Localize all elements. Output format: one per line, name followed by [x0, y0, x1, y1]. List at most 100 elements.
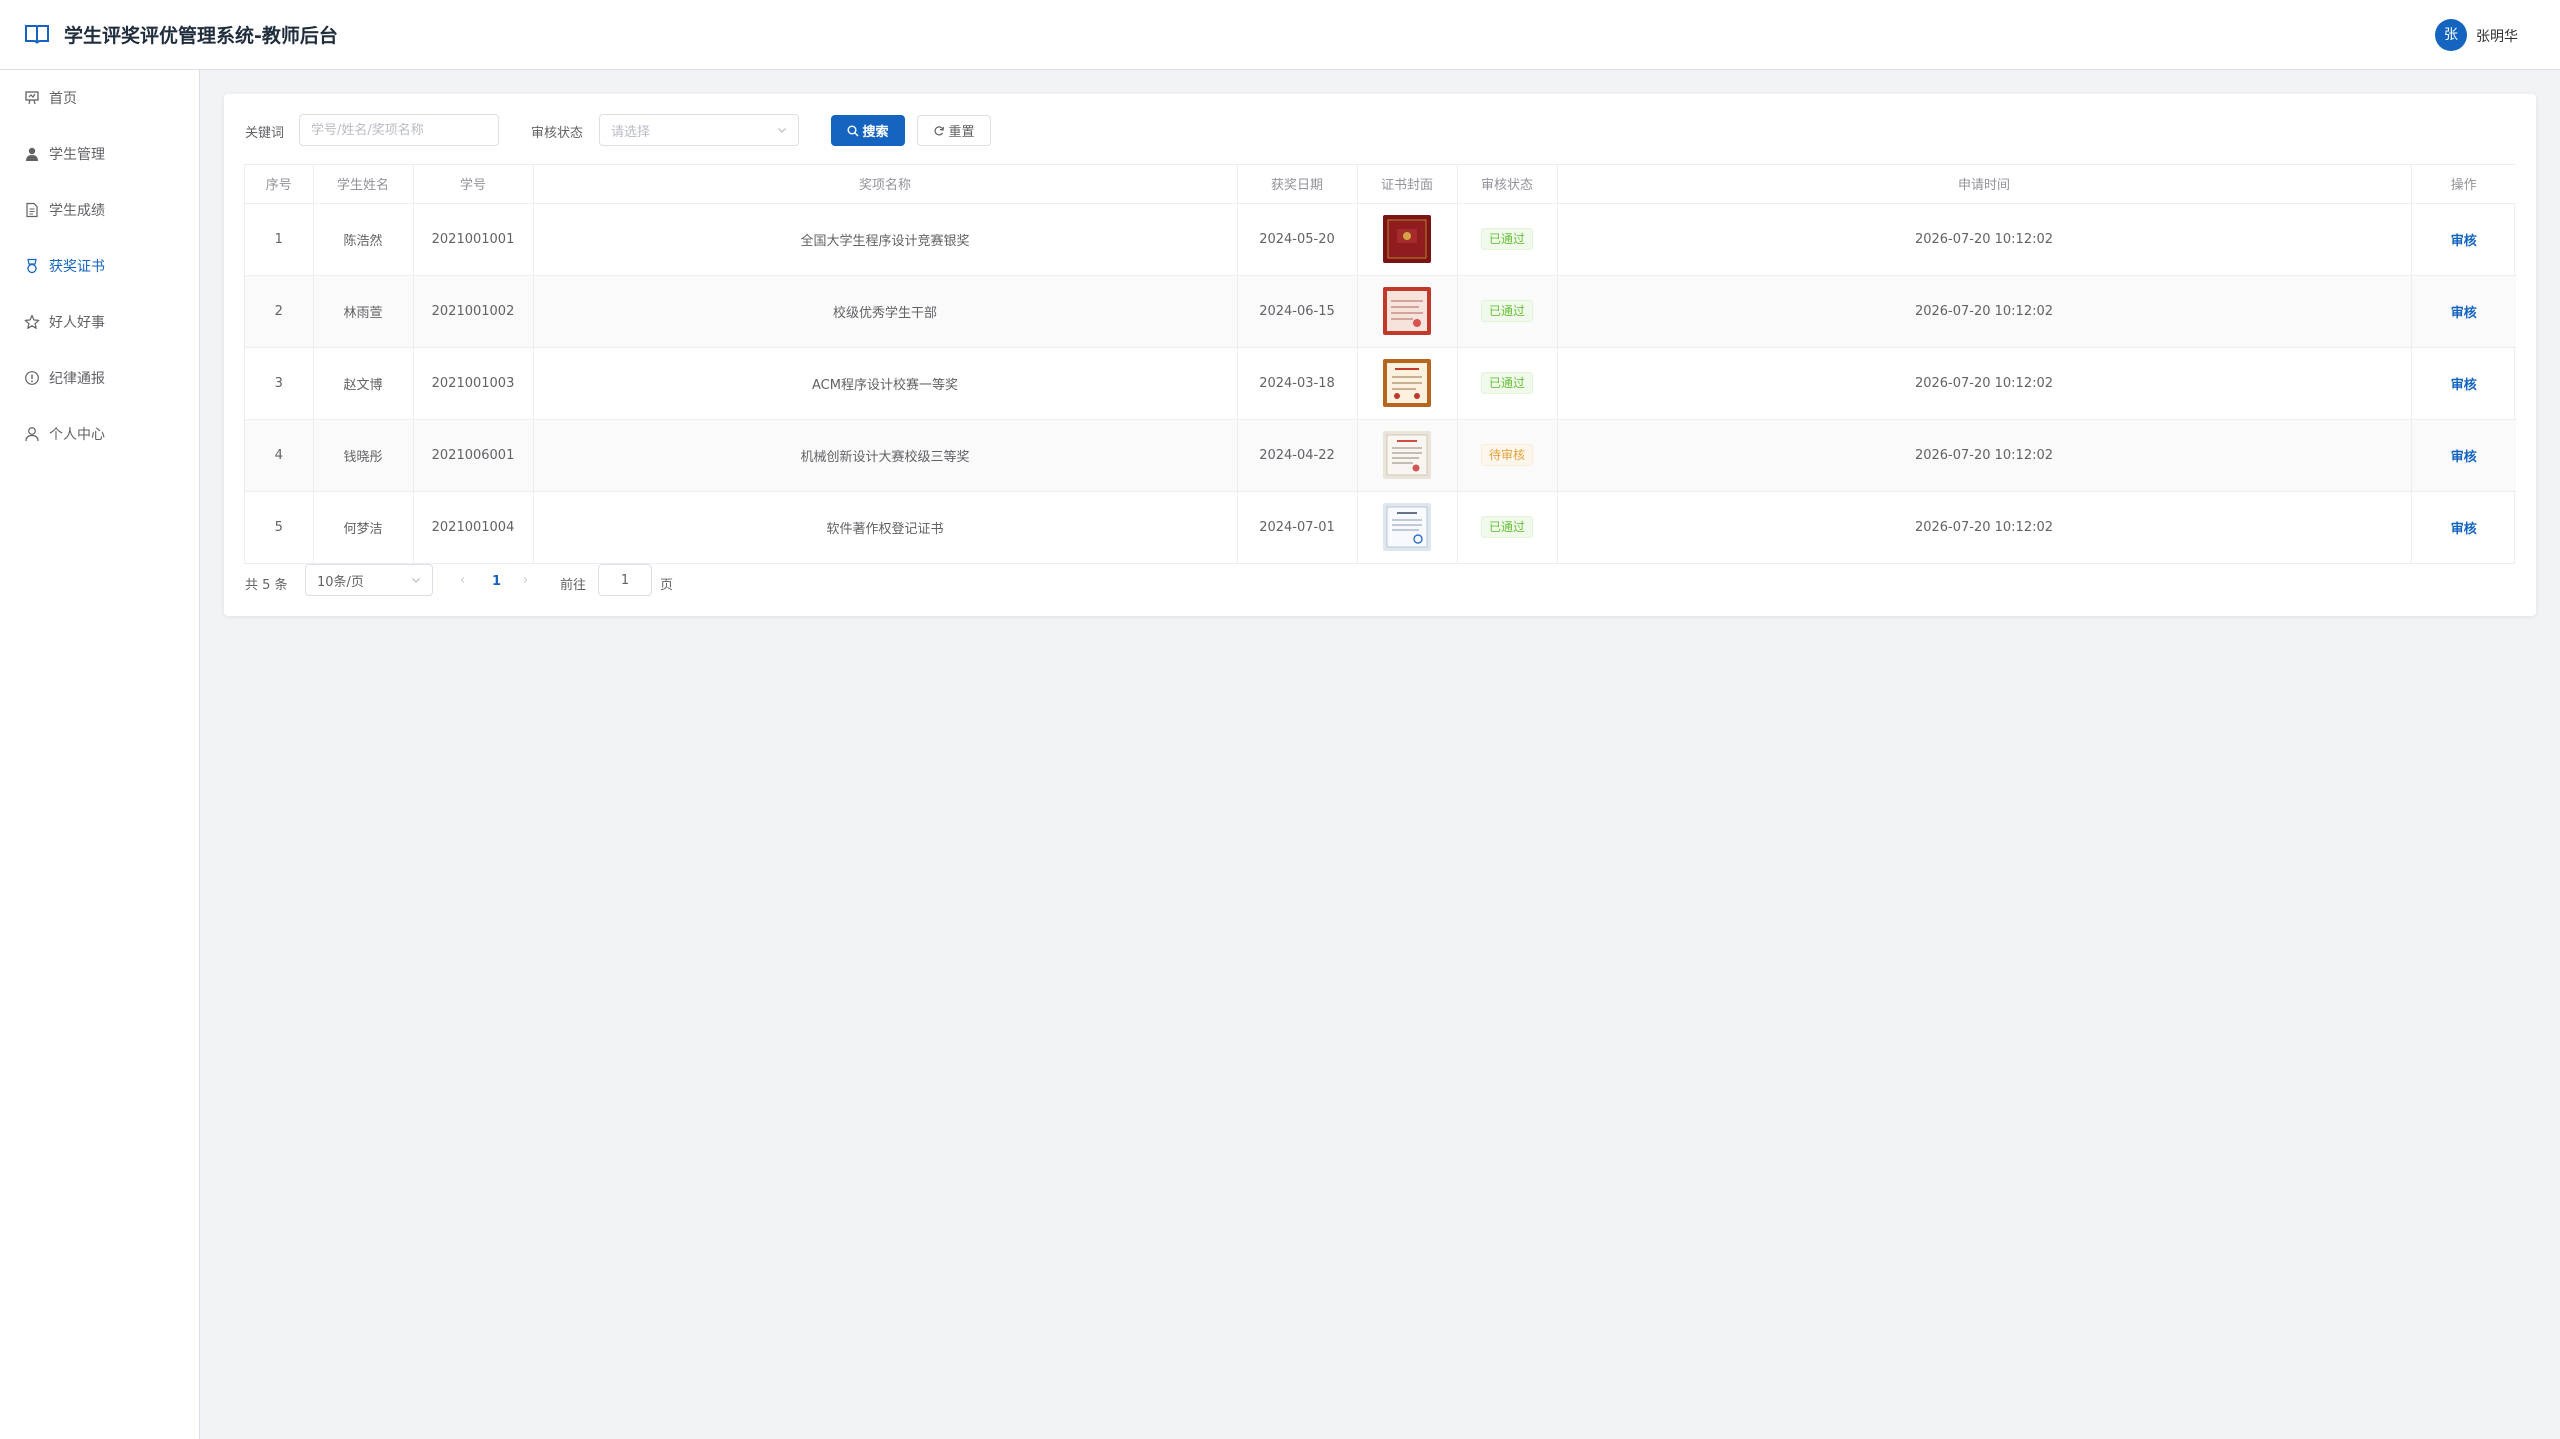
- goto-page-value: 1: [620, 572, 630, 588]
- cell-student-id: 2021006001: [413, 419, 534, 492]
- sidebar-item-label: 个人中心: [49, 427, 105, 443]
- reset-button-label: 重置: [948, 125, 975, 140]
- page-size-select[interactable]: 10条/页: [305, 564, 433, 596]
- search-button-label: 搜索: [862, 125, 889, 140]
- certificate-list-card: 关键词 审核状态 请选择 搜索 重置 序号 学生姓名 学号 奖项名称 获奖日: [224, 94, 2536, 616]
- user-icon: [26, 147, 38, 161]
- column-header: 学生姓名: [313, 165, 414, 204]
- prev-page-button[interactable]: ‹: [460, 573, 465, 588]
- cell-action: 审核: [2411, 491, 2516, 563]
- book-logo-icon: [25, 25, 49, 44]
- certificate-thumbnail[interactable]: [1383, 359, 1431, 407]
- chevron-down-icon: [778, 128, 786, 133]
- star-icon: [24, 314, 40, 329]
- cell-student-id: 2021001003: [413, 347, 534, 420]
- cell-status: 已通过: [1457, 491, 1558, 563]
- review-button[interactable]: 审核: [2451, 450, 2477, 465]
- table-row: 3 赵文博 2021001003 ACM程序设计校赛一等奖 2024-03-18…: [245, 347, 2516, 420]
- cell-index: 5: [245, 491, 314, 563]
- table-row: 4 钱晓彤 2021006001 机械创新设计大赛校级三等奖 2024-04-2…: [245, 419, 2516, 492]
- goto-page-input[interactable]: 1: [598, 564, 652, 596]
- refresh-icon: [935, 125, 945, 135]
- next-page-button[interactable]: ›: [523, 573, 528, 588]
- review-button[interactable]: 审核: [2451, 522, 2477, 537]
- user-name[interactable]: 张明华: [2476, 26, 2518, 46]
- sidebar-item-label: 学生管理: [49, 147, 105, 163]
- cell-applied-time: 2026-07-20 10:12:02: [1557, 275, 2412, 348]
- sidebar-item-label: 首页: [49, 91, 77, 107]
- certificate-thumbnail[interactable]: [1383, 503, 1431, 552]
- cell-name: 钱晓彤: [313, 419, 414, 492]
- table-row: 5 何梦洁 2021001004 软件著作权登记证书 2024-07-01 已通…: [245, 491, 2516, 563]
- certificate-table: 序号 学生姓名 学号 奖项名称 获奖日期 证书封面 审核状态 申请时间 操作 1…: [244, 164, 2516, 564]
- sidebar-item-home[interactable]: 首页: [0, 78, 200, 118]
- search-button[interactable]: 搜索: [831, 115, 905, 146]
- sidebar-item-students[interactable]: 学生管理: [0, 134, 200, 174]
- column-header: 操作: [2411, 165, 2516, 204]
- cell-status: 待审核: [1457, 419, 1558, 492]
- sidebar-item-grades[interactable]: 学生成绩: [0, 190, 200, 230]
- cell-date: 2024-06-15: [1237, 275, 1358, 348]
- cell-status: 已通过: [1457, 347, 1558, 420]
- cell-name: 何梦洁: [313, 491, 414, 563]
- review-button[interactable]: 审核: [2451, 378, 2477, 393]
- page-size-value: 10条/页: [317, 574, 364, 590]
- dashboard-icon: [25, 91, 39, 105]
- sidebar-item-profile[interactable]: 个人中心: [0, 414, 200, 454]
- certificate-thumbnail[interactable]: [1383, 431, 1431, 479]
- cell-action: 审核: [2411, 275, 2516, 348]
- cell-applied-time: 2026-07-20 10:12:02: [1557, 419, 2412, 492]
- cell-action: 审核: [2411, 203, 2516, 276]
- column-header: 审核状态: [1457, 165, 1558, 204]
- cell-cover: [1357, 347, 1458, 420]
- certificate-thumbnail[interactable]: [1383, 287, 1431, 335]
- keyword-label: 关键词: [245, 126, 285, 141]
- reset-button[interactable]: 重置: [917, 115, 991, 146]
- cell-cover: [1357, 275, 1458, 348]
- certificate-thumbnail[interactable]: [1383, 215, 1431, 263]
- status-select[interactable]: 请选择: [599, 114, 799, 146]
- cell-name: 林雨萱: [313, 275, 414, 348]
- column-header: 申请时间: [1557, 165, 2412, 204]
- cell-student-id: 2021001001: [413, 203, 534, 276]
- document-icon: [26, 202, 38, 218]
- status-badge: 已通过: [1480, 300, 1533, 322]
- cell-award: 全国大学生程序设计竞赛银奖: [533, 203, 1238, 276]
- cell-date: 2024-07-01: [1237, 491, 1358, 563]
- cell-status: 已通过: [1457, 203, 1558, 276]
- column-header: 获奖日期: [1237, 165, 1358, 204]
- page-number[interactable]: 1: [492, 574, 501, 589]
- sidebar-item-discipline[interactable]: 纪律通报: [0, 358, 200, 398]
- cell-index: 2: [245, 275, 314, 348]
- cell-applied-time: 2026-07-20 10:12:02: [1557, 347, 2412, 420]
- cell-date: 2024-03-18: [1237, 347, 1358, 420]
- cell-cover: [1357, 491, 1458, 563]
- person-icon: [25, 427, 39, 442]
- review-button[interactable]: 审核: [2451, 306, 2477, 321]
- sidebar: 首页 学生管理 学生成绩 获奖证书 好人好事 纪律通报 个人中心: [0, 70, 200, 1439]
- search-icon: [847, 125, 859, 136]
- cell-applied-time: 2026-07-20 10:12:02: [1557, 203, 2412, 276]
- sidebar-item-good-deeds[interactable]: 好人好事: [0, 302, 200, 342]
- sidebar-item-certificates[interactable]: 获奖证书: [0, 246, 200, 286]
- status-badge: 已通过: [1480, 516, 1533, 539]
- cell-action: 审核: [2411, 419, 2516, 492]
- cell-award: 软件著作权登记证书: [533, 491, 1238, 563]
- status-badge: 已通过: [1480, 372, 1533, 394]
- keyword-input[interactable]: [299, 114, 499, 146]
- status-select-placeholder: 请选择: [611, 124, 651, 140]
- table-row: 2 林雨萱 2021001002 校级优秀学生干部 2024-06-15 已通过…: [245, 275, 2516, 348]
- review-button[interactable]: 审核: [2451, 234, 2477, 249]
- top-header: 学生评奖评优管理系统-教师后台 张 张明华: [0, 0, 2560, 70]
- avatar[interactable]: 张: [2435, 19, 2467, 51]
- goto-label: 前往: [560, 578, 587, 593]
- medal-icon: [27, 258, 37, 274]
- status-label: 审核状态: [531, 126, 584, 141]
- sidebar-item-label: 获奖证书: [49, 259, 105, 275]
- sidebar-item-label: 纪律通报: [49, 371, 105, 387]
- cell-index: 4: [245, 419, 314, 492]
- cell-date: 2024-04-22: [1237, 419, 1358, 492]
- page-suffix: 页: [660, 578, 674, 593]
- cell-applied-time: 2026-07-20 10:12:02: [1557, 491, 2412, 563]
- cell-name: 赵文博: [313, 347, 414, 420]
